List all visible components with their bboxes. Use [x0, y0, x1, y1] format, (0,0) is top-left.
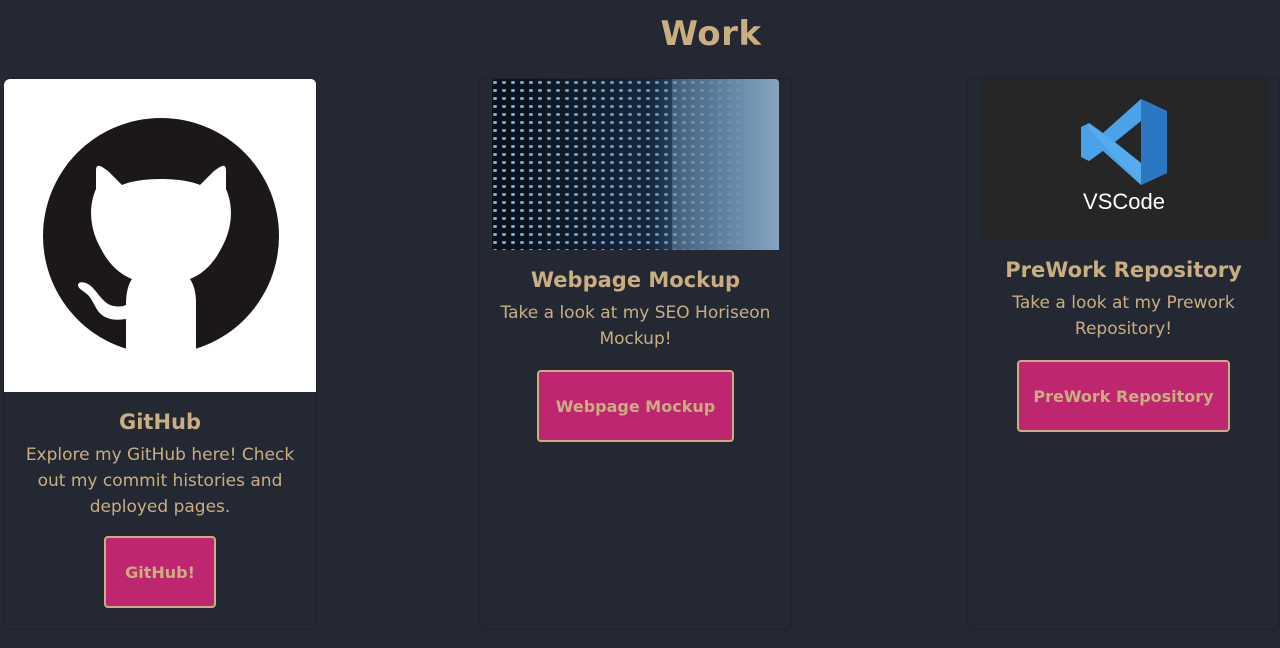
- card-description: Take a look at my SEO Horiseon Mockup!: [500, 303, 771, 349]
- work-card-webpage-mockup: Webpage Mockup Take a look at my SEO Hor…: [479, 78, 792, 630]
- section-title: Work: [660, 14, 762, 54]
- webpage-mockup-button[interactable]: Webpage Mockup: [537, 370, 734, 442]
- prework-repository-button[interactable]: PreWork Repository: [1017, 360, 1230, 432]
- card-title: PreWork Repository: [1005, 258, 1242, 282]
- work-card-github: GitHub Explore my GitHub here! Check out…: [3, 78, 317, 630]
- work-card-prework-repository: VSCode PreWork Repository Take a look at…: [967, 78, 1280, 630]
- led-wall-image: [492, 79, 779, 250]
- card-description: Explore my GitHub here! Check out my com…: [25, 445, 295, 517]
- card-title: Webpage Mockup: [530, 268, 741, 292]
- github-octocat-icon: [4, 79, 316, 392]
- vscode-caption: VSCode: [1083, 189, 1165, 214]
- github-button[interactable]: GitHub!: [104, 536, 216, 608]
- card-title: GitHub: [118, 410, 202, 434]
- vscode-logo-icon: VSCode: [981, 79, 1268, 240]
- card-description: Take a look at my Prework Repository!: [1012, 293, 1235, 339]
